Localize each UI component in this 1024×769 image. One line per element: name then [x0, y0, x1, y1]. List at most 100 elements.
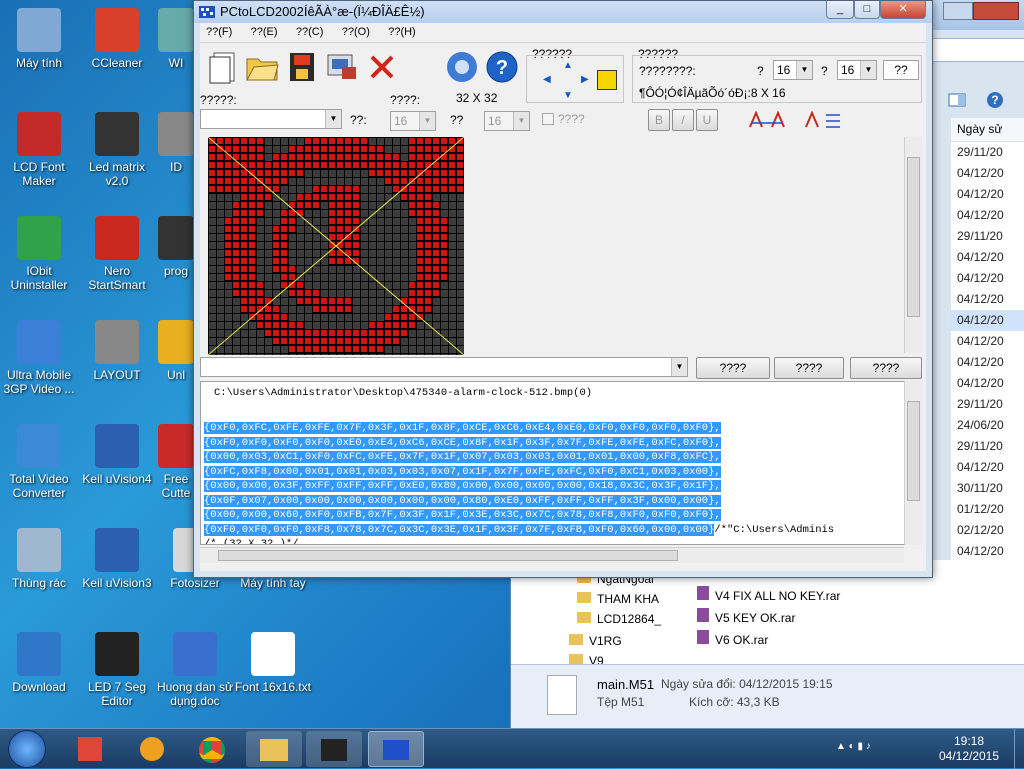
menu-options[interactable]: ??(O)	[336, 23, 379, 38]
arrow-up-icon[interactable]: ▲	[563, 60, 575, 71]
desktop-icon[interactable]: Keil uVision3	[78, 528, 156, 590]
help-icon[interactable]: ?	[985, 90, 1005, 110]
desktop-icon[interactable]: Ultra Mobile 3GP Video ...	[0, 320, 78, 396]
save-code-button[interactable]: ????	[850, 357, 922, 379]
width-select[interactable]: 16 ▼	[390, 111, 436, 131]
desktop-icon[interactable]: LED 7 Seg Editor	[78, 632, 156, 708]
desktop-icon[interactable]: Unl	[156, 320, 196, 382]
save-icon[interactable]	[284, 49, 320, 85]
taskbar-lcd-app[interactable]	[62, 731, 118, 767]
folder-item[interactable]: THAM KHA	[577, 590, 659, 608]
start-button[interactable]	[8, 730, 46, 768]
menu-help[interactable]: ??(H)	[382, 23, 425, 38]
date-cell: 04/12/20	[951, 310, 1024, 331]
desktop-icon[interactable]: Led matrix v2.0	[78, 112, 156, 188]
file-item[interactable]: V6 OK.rar	[697, 630, 768, 648]
maximize-button[interactable]	[943, 2, 973, 20]
code-horizontal-scrollbar[interactable]	[200, 547, 904, 563]
pixel-editor-grid[interactable]	[208, 137, 464, 355]
desktop-icon-label: Free Cutte	[161, 472, 191, 500]
clock[interactable]: 19:18 04/12/2015	[930, 734, 1008, 764]
text-input[interactable]: ▼	[200, 357, 688, 377]
menu-edit[interactable]: ??(E)	[245, 23, 287, 38]
desktop-icon[interactable]: Free Cutte	[156, 424, 196, 500]
show-desktop-button[interactable]	[1014, 729, 1024, 769]
arrow-down-icon[interactable]: ▼	[563, 90, 575, 101]
maximize-button[interactable]: □	[854, 1, 880, 19]
folder-item[interactable]: V1RG	[569, 632, 622, 650]
desktop-icon[interactable]: Font 16x16.txt	[234, 632, 312, 694]
height-select[interactable]: 16 ▼	[484, 111, 530, 131]
view-icon[interactable]	[947, 90, 967, 110]
menu-file[interactable]: ??(F)	[200, 23, 241, 38]
menu-mode[interactable]: ??(C)	[290, 23, 333, 38]
file-item[interactable]: V4 FIX ALL NO KEY.rar	[697, 586, 840, 604]
desktop-icon[interactable]: Thùng rác	[0, 528, 78, 590]
code-output-area[interactable]: C:\Users\Administrator\Desktop\475340-al…	[200, 381, 906, 545]
font-extra-field[interactable]: ??	[883, 60, 919, 80]
font-select[interactable]: ▼	[200, 109, 342, 129]
desktop-icon[interactable]: Keil uVision4	[78, 424, 156, 486]
taskbar-chrome-icon[interactable]	[184, 731, 240, 767]
status-file-name: main.M51	[597, 677, 655, 692]
arrow-right-icon[interactable]: ▶	[581, 74, 593, 85]
nero-icon	[95, 216, 139, 260]
desktop-icon[interactable]: Nero StartSmart	[78, 216, 156, 292]
taskbar-media-icon[interactable]	[124, 731, 180, 767]
close-file-icon[interactable]	[364, 49, 400, 85]
generate-button[interactable]: ????	[696, 357, 770, 379]
font-width-select[interactable]: 16 ▼	[773, 60, 813, 80]
desktop-icon[interactable]: LAYOUT	[78, 320, 156, 382]
editor-vertical-scrollbar[interactable]	[904, 137, 922, 353]
help-icon[interactable]: ?	[484, 49, 520, 85]
rotate-icon[interactable]	[746, 109, 788, 131]
settings-gear-icon[interactable]	[444, 49, 480, 85]
code-line: {0x00,0x03,0xC1,0xF0,0xFC,0xFE,0x7F,0x1F…	[204, 451, 721, 463]
taskbar-keil-icon[interactable]	[306, 731, 362, 767]
date-cell: 29/11/20	[957, 145, 1003, 159]
bold-button[interactable]: B	[648, 109, 670, 131]
height-label: ??	[450, 113, 464, 127]
mirror-icon[interactable]	[800, 109, 844, 131]
desktop-icon[interactable]: IObit Uninstaller	[0, 216, 78, 292]
search-input[interactable]	[931, 38, 1024, 62]
desktop-icon[interactable]: Total Video Converter	[0, 424, 78, 500]
layout-icon	[95, 320, 139, 364]
option-checkbox[interactable]	[542, 113, 554, 125]
new-icon[interactable]	[204, 49, 240, 85]
clock-date: 04/12/2015	[938, 749, 1000, 763]
arrow-left-icon[interactable]: ◀	[543, 74, 555, 85]
italic-button[interactable]: /	[672, 109, 694, 131]
code-vertical-scrollbar[interactable]	[904, 381, 922, 545]
desktop-icon[interactable]: Download	[0, 632, 78, 694]
open-icon[interactable]	[244, 49, 280, 85]
center-icon[interactable]	[597, 70, 617, 90]
date-cell: 04/12/20	[957, 208, 1004, 222]
font-height-select[interactable]: 16 ▼	[837, 60, 877, 80]
export-icon[interactable]	[324, 49, 360, 85]
date-column: 29/11/20 04/12/20 04/12/20 04/12/20 29/11/20…	[951, 142, 1024, 621]
desktop-icon[interactable]: Huong dan sử dụng.doc	[156, 632, 234, 708]
close-button[interactable]	[973, 2, 1019, 20]
desktop-icon[interactable]: WI	[156, 8, 196, 70]
desktop-icon-label: CCleaner	[91, 56, 143, 70]
taskbar-explorer-icon[interactable]	[246, 731, 302, 767]
file-item[interactable]: V5 KEY OK.rar	[697, 608, 795, 626]
desktop-icon[interactable]: LCD Font Maker	[0, 112, 78, 188]
close-button[interactable]: ✕	[880, 1, 926, 19]
minimize-button[interactable]: _	[826, 1, 854, 19]
clear-button[interactable]: ????	[774, 357, 844, 379]
desktop-icon[interactable]: prog	[156, 216, 196, 278]
desktop-icon[interactable]: CCleaner	[78, 8, 156, 70]
tray-icons[interactable]: ▲ ◐ ▮ ♪	[836, 741, 871, 752]
date-cell: 01/12/20	[957, 502, 1004, 516]
window-title: PCtoLCD2002ÍêÃÀ°æ-(Ï¼ÐÎÄ£Ê½)	[220, 4, 425, 19]
date-cell: 04/12/20	[957, 544, 1004, 558]
doc-icon	[173, 632, 217, 676]
taskbar-pctolcd-icon[interactable]	[368, 731, 424, 767]
column-header-date[interactable]: Ngày sử	[951, 118, 1024, 142]
desktop-icon[interactable]: ID	[156, 112, 196, 174]
underline-button[interactable]: U	[696, 109, 718, 131]
desktop-icon[interactable]: Máy tính	[0, 8, 78, 70]
folder-item[interactable]: LCD12864_	[577, 610, 661, 628]
